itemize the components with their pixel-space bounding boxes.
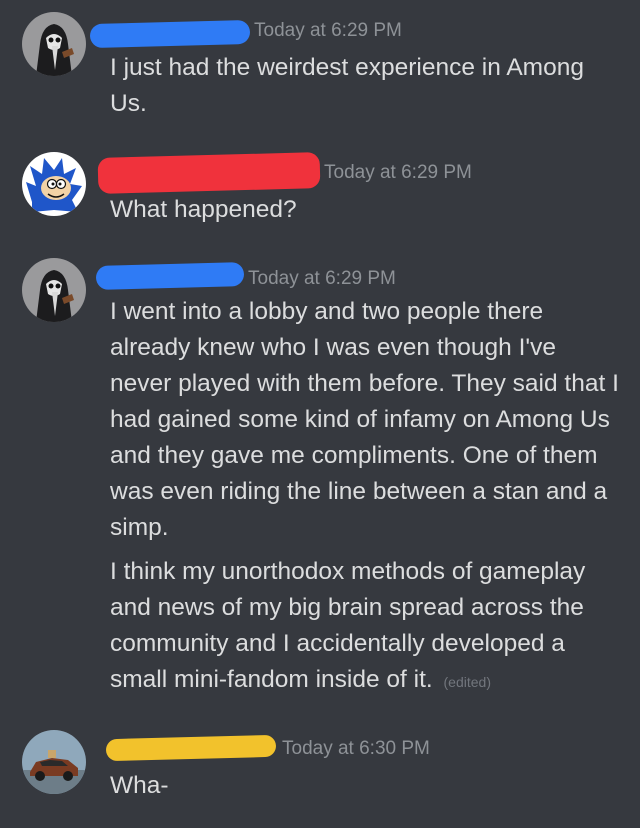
message-content: I went into a lobby and two people there… [110,294,620,700]
user-avatar[interactable] [22,12,86,76]
redacted-username[interactable] [95,262,245,290]
message-text-body: I think my unorthodox methods of gamepla… [110,558,586,693]
message-timestamp: Today at 6:29 PM [248,268,396,289]
plague-doctor-avatar-icon [22,12,86,76]
redacted-username[interactable] [89,19,251,49]
user-avatar[interactable] [22,258,86,322]
message-group: Today at 6:29 PM I just had the weirdest… [0,0,640,140]
message-content: I just had the weirdest experience in Am… [110,50,620,122]
redacted-username[interactable] [97,152,321,194]
message-text: I think my unorthodox methods of gamepla… [110,554,620,700]
redacted-username[interactable] [105,734,277,762]
message-text: I went into a lobby and two people there… [110,298,619,541]
message-group: Today at 6:29 PM What happened? [0,140,640,250]
message-group: Today at 6:30 PM Wha- [0,720,640,828]
message-content: Wha- [110,768,620,804]
chat-log: Today at 6:29 PM I just had the weirdest… [0,0,640,828]
user-avatar[interactable] [22,730,86,794]
message-text: What happened? [110,196,297,223]
car-photo-avatar-icon [22,730,86,794]
message-group: Today at 6:29 PM I went into a lobby and… [0,250,640,710]
message-content: What happened? [110,192,620,228]
message-timestamp: Today at 6:29 PM [324,162,472,183]
message-timestamp: Today at 6:29 PM [254,20,402,41]
user-avatar[interactable] [22,152,86,216]
plague-doctor-avatar-icon [22,258,86,322]
message-text: I just had the weirdest experience in Am… [110,54,584,117]
edited-indicator: (edited) [443,674,491,690]
message-text: Wha- [110,772,169,799]
sonic-avatar-icon [22,152,86,216]
message-timestamp: Today at 6:30 PM [282,738,430,759]
